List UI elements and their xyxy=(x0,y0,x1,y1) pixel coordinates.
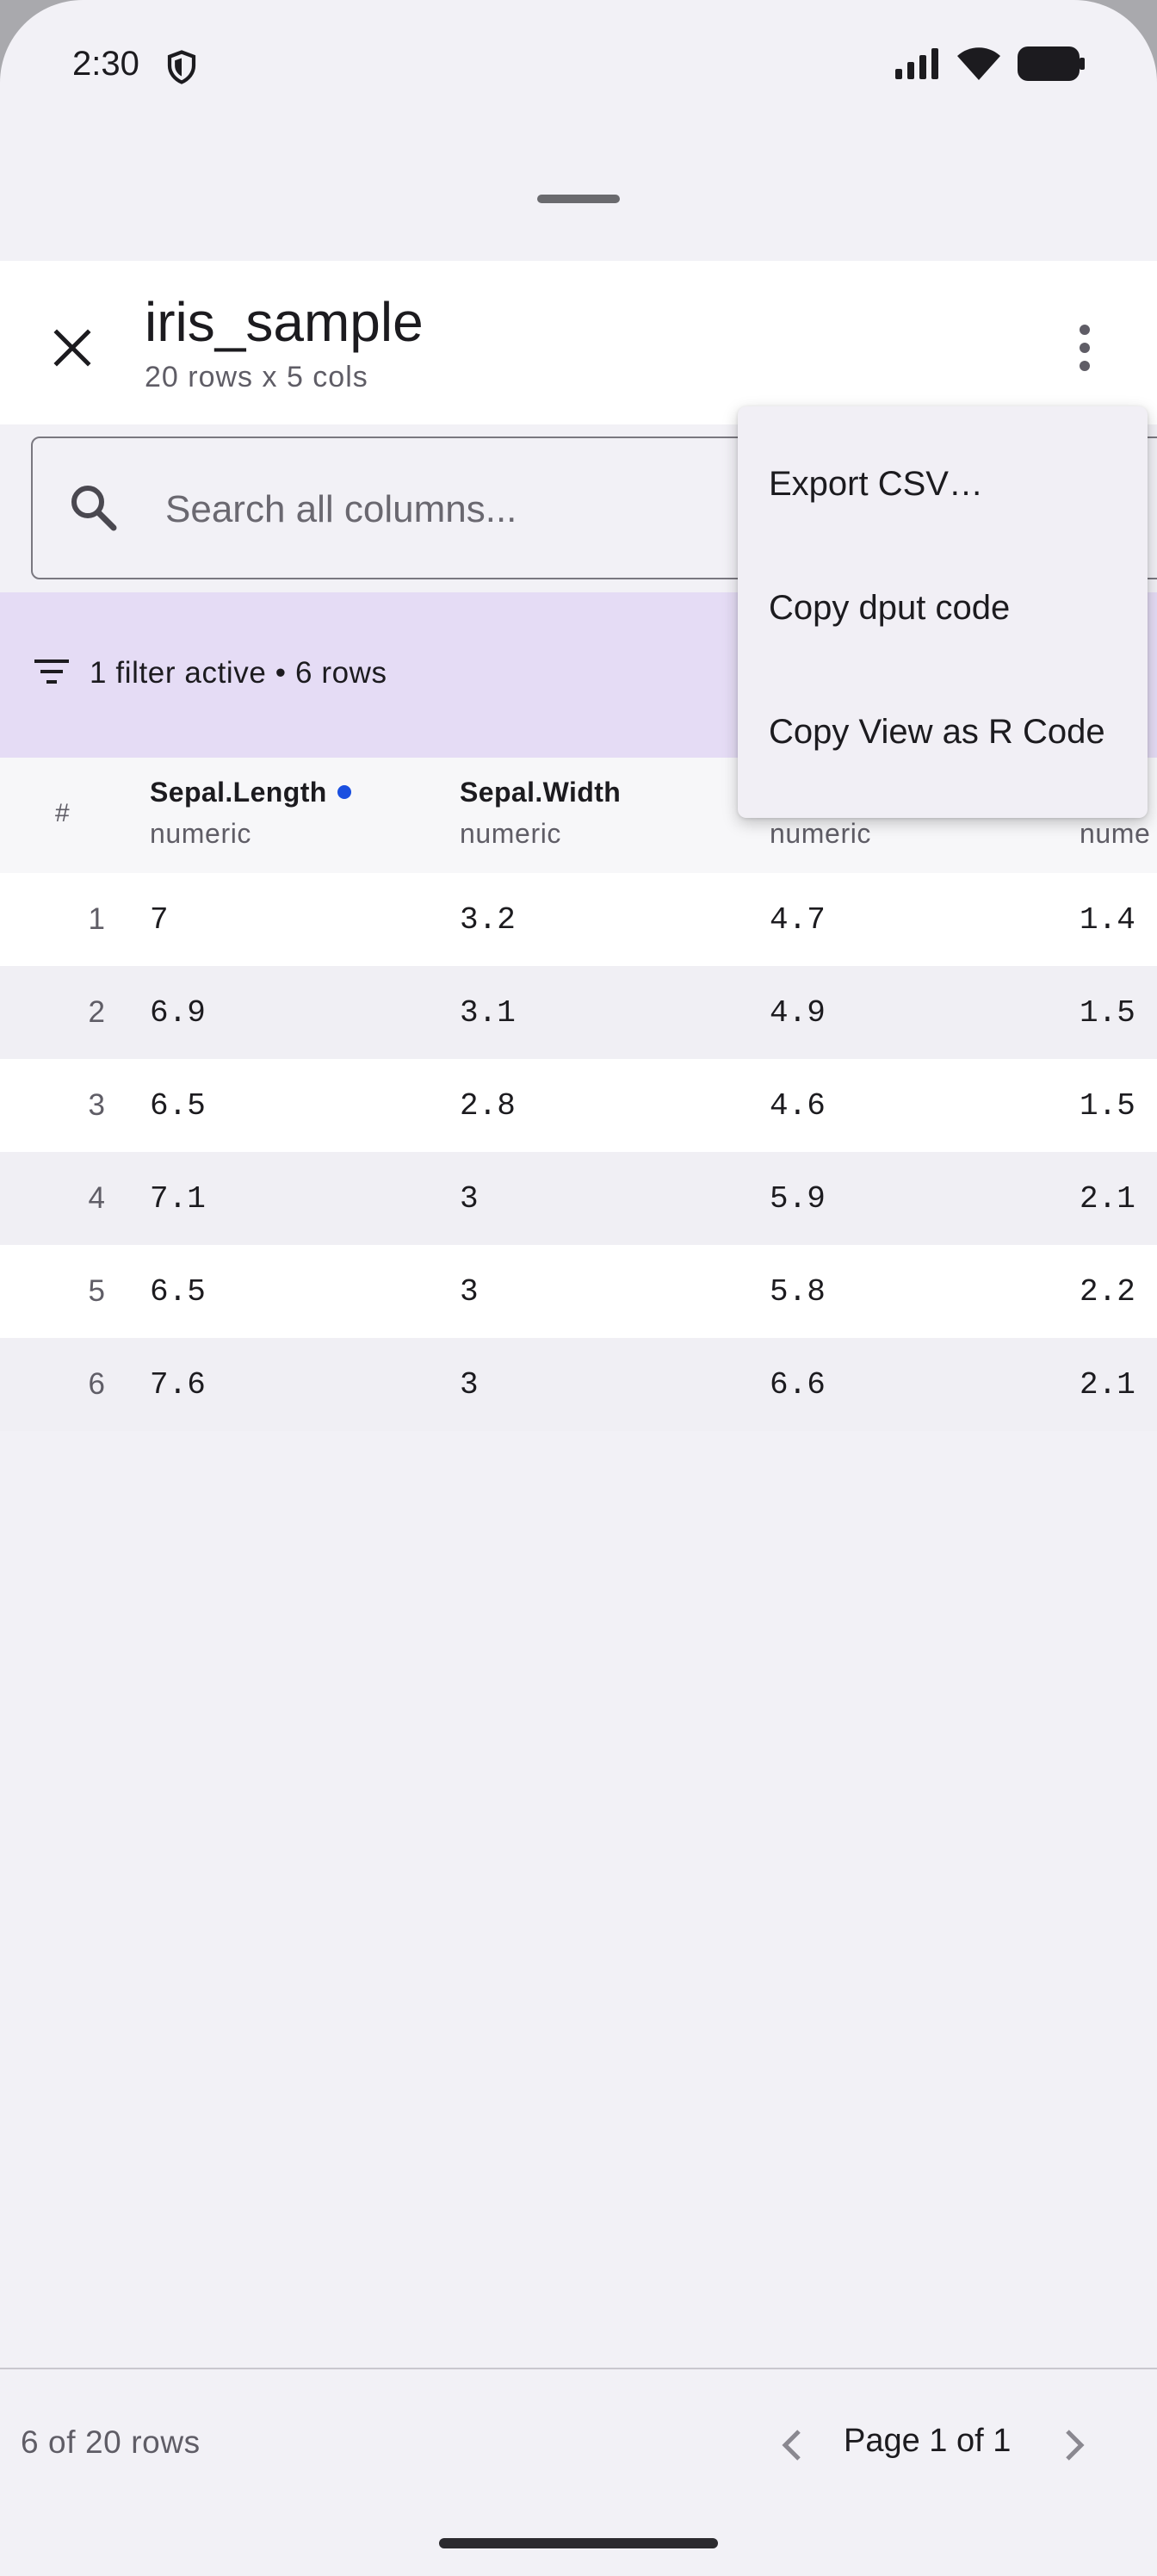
search-icon xyxy=(71,486,117,531)
status-time: 2:30 xyxy=(72,45,139,83)
table-row[interactable]: 5 6.5 3 5.8 2.2 xyxy=(0,1245,1157,1338)
cell: 3.1 xyxy=(460,995,516,1031)
cell: 5.8 xyxy=(770,1274,826,1310)
column-type: numeric xyxy=(150,818,252,849)
row-index: 5 xyxy=(88,1274,105,1308)
status-bar: 2:30 xyxy=(0,0,1157,129)
screen: 2:30 iris_sample 20 rows x 5 cols Search… xyxy=(0,0,1157,2576)
home-indicator[interactable] xyxy=(439,2538,718,2548)
menu-item-copy-dput[interactable]: Copy dput code xyxy=(738,546,1148,670)
battery-icon xyxy=(1018,46,1085,81)
table-row[interactable]: 3 6.5 2.8 4.6 1.5 xyxy=(0,1059,1157,1152)
next-page-button[interactable] xyxy=(1043,2414,1105,2476)
column-type: nume xyxy=(1080,818,1151,849)
cell: 3 xyxy=(460,1367,479,1403)
signal-icon xyxy=(895,48,938,79)
cell: 4.6 xyxy=(770,1088,826,1124)
cell: 2.1 xyxy=(1080,1181,1135,1217)
cell: 3 xyxy=(460,1274,479,1310)
status-icons xyxy=(895,46,1085,81)
cell: 3 xyxy=(460,1181,479,1217)
cell: 1.4 xyxy=(1080,902,1135,938)
row-index: 2 xyxy=(88,995,105,1029)
cell: 3.2 xyxy=(460,902,516,938)
row-count: 6 of 20 rows xyxy=(21,2424,201,2460)
column-name: Sepal.Width xyxy=(460,777,622,808)
cell: 7.1 xyxy=(150,1181,206,1217)
menu-item-copy-r-code[interactable]: Copy View as R Code xyxy=(738,670,1148,794)
menu-item-export-csv[interactable]: Export CSV… xyxy=(738,422,1148,546)
cell: 2.2 xyxy=(1080,1274,1135,1310)
cell: 6.5 xyxy=(150,1274,206,1310)
table-row[interactable]: 2 6.9 3.1 4.9 1.5 xyxy=(0,966,1157,1059)
header: iris_sample 20 rows x 5 cols xyxy=(0,261,1157,424)
row-index: 3 xyxy=(88,1088,105,1122)
filter-status-text: 1 filter active • 6 rows xyxy=(90,656,387,690)
column-type: numeric xyxy=(770,818,872,849)
cell: 6.5 xyxy=(150,1088,206,1124)
column-header-sepal-width[interactable]: Sepal.Width numeric xyxy=(460,758,761,873)
search-input[interactable] xyxy=(165,473,768,547)
more-options-button[interactable] xyxy=(1054,317,1116,379)
cell: 6.6 xyxy=(770,1367,826,1403)
cell: 1.5 xyxy=(1080,1088,1135,1124)
filter-list-icon xyxy=(34,659,69,684)
row-index: 1 xyxy=(88,902,105,936)
column-header-sepal-length[interactable]: Sepal.Length numeric xyxy=(150,758,451,873)
chevron-left-icon xyxy=(782,2430,801,2461)
page-title: iris_sample xyxy=(145,291,424,353)
row-index: 4 xyxy=(88,1181,105,1215)
table-row[interactable]: 1 7 3.2 4.7 1.4 xyxy=(0,873,1157,966)
close-icon xyxy=(53,329,91,367)
page-subtitle: 20 rows x 5 cols xyxy=(145,361,368,393)
wifi-icon xyxy=(957,47,1000,80)
cell: 2.1 xyxy=(1080,1367,1135,1403)
cell: 4.7 xyxy=(770,902,826,938)
cell: 1.5 xyxy=(1080,995,1135,1031)
row-index: 6 xyxy=(88,1367,105,1401)
cell: 5.9 xyxy=(770,1181,826,1217)
page-indicator: Page 1 of 1 xyxy=(844,2423,1012,2459)
cell: 6.9 xyxy=(150,995,206,1031)
sheet-drag-handle[interactable] xyxy=(537,195,620,203)
shield-icon xyxy=(167,50,196,84)
chevron-right-icon xyxy=(1066,2430,1085,2461)
table-row[interactable]: 4 7.1 3 5.9 2.1 xyxy=(0,1152,1157,1245)
column-type: numeric xyxy=(460,818,562,849)
column-name: Sepal.Length xyxy=(150,777,327,808)
cell: 7 xyxy=(150,902,169,938)
table-row[interactable]: 6 7.6 3 6.6 2.1 xyxy=(0,1338,1157,1431)
cell: 4.9 xyxy=(770,995,826,1031)
overflow-menu: Export CSV… Copy dput code Copy View as … xyxy=(738,406,1148,818)
previous-page-button[interactable] xyxy=(761,2414,823,2476)
cell: 7.6 xyxy=(150,1367,206,1403)
filter-active-dot xyxy=(337,784,351,799)
more-vert-icon xyxy=(1080,325,1090,371)
cell: 2.8 xyxy=(460,1088,516,1124)
close-button[interactable] xyxy=(41,317,103,379)
